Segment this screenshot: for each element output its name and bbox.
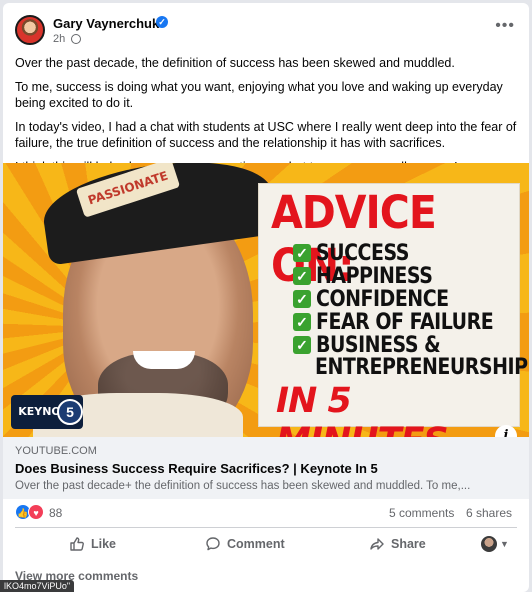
link-domain: YOUTUBE.COM xyxy=(15,445,97,457)
advice-item: ✓ FEAR OF FAILURE xyxy=(293,308,494,335)
comment-icon xyxy=(206,537,220,551)
thumbs-up-icon xyxy=(70,537,84,551)
action-bar: Like Comment Share ▼ xyxy=(3,531,529,557)
post-paragraph: Over the past decade, the definition of … xyxy=(15,56,455,70)
share-arrow-icon xyxy=(370,538,384,550)
like-button[interactable]: Like xyxy=(69,531,116,557)
checkmark-icon: ✓ xyxy=(293,266,311,285)
verified-badge-icon: ✓ xyxy=(156,16,168,28)
advice-item: ✓ HAPPINESS xyxy=(293,262,493,289)
comment-button[interactable]: Comment xyxy=(205,531,285,557)
checkmark-icon: ✓ xyxy=(293,312,311,331)
author-avatar[interactable] xyxy=(15,15,45,45)
profile-avatar xyxy=(481,536,497,552)
share-label: Share xyxy=(391,537,426,551)
comment-label: Comment xyxy=(227,537,285,551)
divider xyxy=(15,527,517,528)
share-button[interactable]: Share xyxy=(369,531,426,557)
advice-item-label: HAPPINESS xyxy=(316,262,433,289)
chevron-down-icon: ▼ xyxy=(500,539,509,549)
more-options-icon[interactable]: ••• xyxy=(495,17,515,35)
shares-count[interactable]: 6 shares xyxy=(466,506,512,520)
advice-list: ✓ SUCCESS ✓ HAPPINESS ✓ CONFIDENCE ✓ FEA… xyxy=(293,239,494,358)
advice-item-label: CONFIDENCE xyxy=(316,285,449,312)
advice-item: ✓ SUCCESS xyxy=(293,239,493,266)
status-url: lKO4mo7ViPUo" xyxy=(0,580,75,592)
like-label: Like xyxy=(91,537,117,551)
checkmark-icon: ✓ xyxy=(293,243,311,262)
checkmark-icon: ✓ xyxy=(293,335,311,354)
advice-item: ✓ BUSINESS & xyxy=(293,331,493,358)
advice-item-label: SUCCESS xyxy=(316,239,410,266)
thumbnail-footer: IN 5 MINUTES xyxy=(276,381,449,437)
globe-icon xyxy=(71,34,81,44)
advice-item: ✓ CONFIDENCE xyxy=(293,285,493,312)
post-time[interactable]: 2h xyxy=(53,33,65,45)
reaction-profile-selector[interactable]: ▼ xyxy=(481,531,509,557)
link-title[interactable]: Does Business Success Require Sacrifices… xyxy=(15,461,378,476)
link-preview-image[interactable]: PASSIONATE ADVICE ON: ✓ SUCCESS ✓ HAPPIN… xyxy=(3,163,529,437)
advice-item-label: BUSINESS & xyxy=(316,331,441,358)
keynote-number: 5 xyxy=(57,399,83,425)
link-preview-meta[interactable]: YOUTUBE.COM Does Business Success Requir… xyxy=(3,437,529,499)
love-reaction-icon[interactable]: ♥ xyxy=(28,504,44,520)
advice-item-continued: ENTREPRENEURSHIP xyxy=(315,354,528,380)
link-description: Over the past decade+ the definition of … xyxy=(15,480,471,492)
speaker-smile xyxy=(133,351,195,369)
advice-item-label: FEAR OF FAILURE xyxy=(316,308,494,335)
post-paragraph: To me, success is doing what you want, e… xyxy=(15,80,503,110)
comments-count[interactable]: 5 comments xyxy=(389,506,454,520)
reaction-count[interactable]: 88 xyxy=(49,506,62,520)
post-paragraph: In today's video, I had a chat with stud… xyxy=(15,120,517,150)
checkmark-icon: ✓ xyxy=(293,289,311,308)
author-name[interactable]: Gary Vaynerchuk xyxy=(53,16,159,31)
post-header: Gary Vaynerchuk ✓ 2h ••• xyxy=(3,3,529,51)
facebook-post: Gary Vaynerchuk ✓ 2h ••• Over the past d… xyxy=(3,3,529,592)
reactions-bar: 👍 ♥ 88 5 comments 6 shares xyxy=(3,503,529,525)
